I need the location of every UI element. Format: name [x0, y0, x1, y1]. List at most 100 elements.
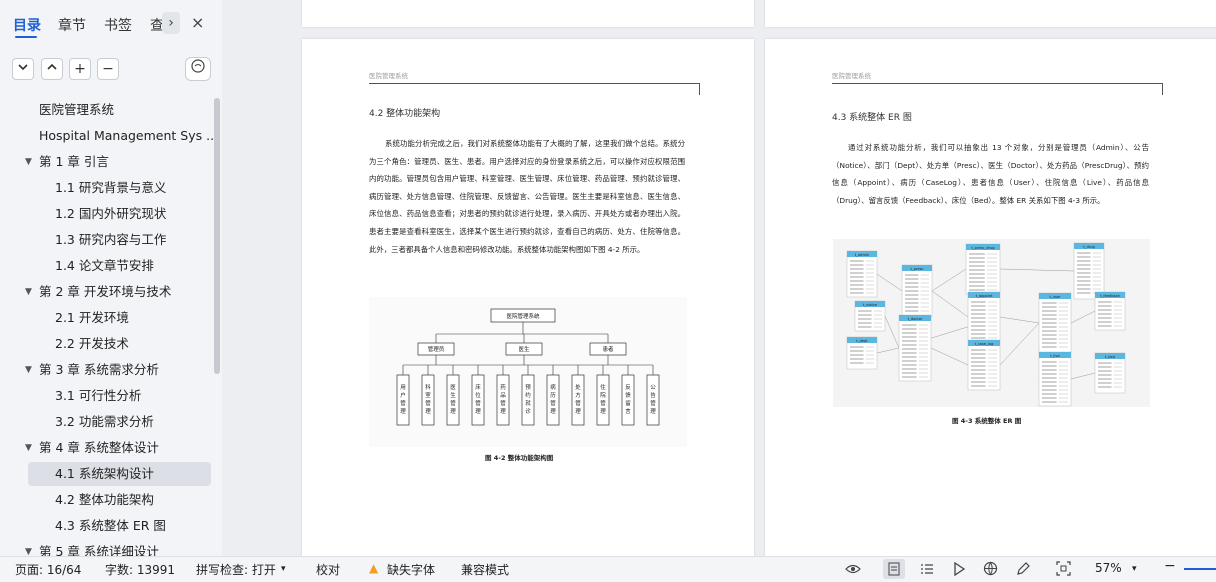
toc-item-label: 3.2 功能需求分析	[55, 414, 154, 429]
diagram-role-label: 管理员	[428, 345, 445, 353]
er-table-name: t_dept	[856, 339, 868, 343]
er-table-name: t_user	[1049, 295, 1061, 299]
zoom-slider[interactable]	[1184, 568, 1216, 570]
toc-scrollbar[interactable]	[214, 98, 220, 374]
er-table-name: t_feedback	[1100, 294, 1121, 298]
running-header: 医院管理系统	[832, 72, 871, 80]
page-indicator[interactable]: 页面: 16/64	[15, 561, 81, 578]
zoom-level[interactable]: 57%	[1095, 561, 1122, 575]
diagram-leaf-box	[621, 374, 635, 426]
previous-page-right	[765, 0, 1216, 27]
header-rule-tick	[1162, 83, 1163, 95]
caret-down-icon[interactable]: ▼	[25, 436, 32, 460]
toc-item[interactable]: 1.4 论文章节安排	[0, 254, 210, 278]
diagram-root-label: 医院管理系统	[506, 312, 540, 320]
caret-down-icon[interactable]: ▼	[25, 280, 32, 304]
toc-item[interactable]: 第 4 章 系统整体设计 ▼	[0, 436, 210, 460]
diagram-leaf-box	[496, 374, 510, 426]
toc-item-label: 1.1 研究背景与意义	[55, 180, 167, 195]
tab-toc[interactable]: 目录	[13, 15, 41, 35]
sidebar: 目录 章节 书签 查 › × + − 医院管理系统 Hospital Manage…	[0, 0, 223, 556]
toc-item-label: 4.1 系统架构设计	[55, 466, 154, 481]
toc-item[interactable]: 4.3 系统整体 ER 图	[0, 514, 210, 538]
document-area: 医院管理系统 4.2 整体功能架构 系统功能分析完成之后，我们对系统整体功能有了…	[222, 0, 1216, 556]
globe-icon[interactable]	[983, 561, 998, 576]
section-title: 4.2 整体功能架构	[369, 109, 441, 119]
toc-item[interactable]: 4.2 整体功能架构	[0, 488, 210, 512]
toc-item[interactable]: 第 5 章 系统详细设计 ▼	[0, 540, 210, 556]
chevron-up-icon	[47, 63, 57, 70]
er-table-name: t_appoint	[976, 294, 993, 298]
toc-item-label: 4.3 系统整体 ER 图	[55, 518, 166, 533]
toc-item[interactable]: 3.2 功能需求分析	[0, 410, 210, 434]
settings-bubble-icon	[191, 59, 205, 73]
previous-page-left	[302, 0, 754, 27]
toc-item-label: 第 3 章 系统需求分析	[39, 362, 159, 377]
word-count[interactable]: 字数: 13991	[105, 561, 175, 578]
toc-item[interactable]: 4.1 系统架构设计	[28, 462, 211, 486]
chevron-down-icon	[18, 64, 28, 71]
toc-item-label: 第 1 章 引言	[39, 154, 109, 169]
toc-item-label: 2.2 开发技术	[55, 336, 129, 351]
proofread-button[interactable]: 校对	[316, 561, 340, 578]
chevron-right-icon[interactable]: ›	[162, 12, 180, 34]
toc-item-label: 2.1 开发环境	[55, 310, 129, 325]
toc-item[interactable]: 医院管理系统	[0, 98, 210, 122]
er-table-name: t_bed	[1105, 355, 1115, 359]
close-icon[interactable]: ×	[191, 13, 204, 32]
er-table-box	[1073, 242, 1105, 300]
diagram-leaf-box	[571, 374, 585, 426]
collapse-all-button[interactable]	[12, 58, 34, 80]
expand-all-button[interactable]	[41, 58, 63, 80]
toc-item[interactable]: 1.1 研究背景与意义	[0, 176, 210, 200]
toc-item[interactable]: 第 2 章 开发环境与技术 ▼	[0, 280, 210, 304]
page-right: 医院管理系统 4.3 系统整体 ER 图 通过对系统功能分析，我们可以抽象出 1…	[765, 39, 1216, 556]
diagram-leaf-box	[446, 374, 460, 426]
add-heading-button[interactable]: +	[69, 58, 91, 80]
page-left: 医院管理系统 4.2 整体功能架构 系统功能分析完成之后，我们对系统整体功能有了…	[302, 39, 754, 556]
chevron-down-icon[interactable]: ▾	[281, 564, 286, 574]
diagram-leaf-box	[546, 374, 560, 426]
missing-fonts-button[interactable]: 缺失字体	[387, 561, 435, 578]
function-architecture-diagram: 医院管理系统管理员 医生 患者用户管理科室管理医生管理床位管理药品管理预约就诊病历管…	[369, 297, 687, 447]
outline-view-icon[interactable]	[920, 562, 934, 576]
er-table-box	[967, 291, 1001, 343]
toc-item[interactable]: 3.1 可行性分析	[0, 384, 210, 408]
er-table-name: t_case_log	[975, 342, 994, 346]
toc-item-label: Hospital Management Sys ...	[39, 128, 219, 143]
eye-icon[interactable]	[845, 562, 861, 576]
fit-page-icon[interactable]	[1056, 561, 1071, 576]
spell-check-toggle[interactable]: 拼写检查: 打开	[196, 561, 276, 578]
chevron-down-icon[interactable]: ▾	[1132, 564, 1137, 574]
caret-down-icon[interactable]: ▼	[25, 358, 32, 382]
toc-item-label: 第 2 章 开发环境与技术	[39, 284, 172, 299]
diagram-role-label: 患者	[602, 345, 614, 353]
toc-item-label: 1.2 国内外研究现状	[55, 206, 167, 221]
pen-icon[interactable]	[1016, 561, 1031, 576]
compat-mode-label[interactable]: 兼容模式	[461, 561, 509, 578]
diagram-leaf-box	[596, 374, 610, 426]
status-bar: 页面: 16/64 字数: 13991 拼写检查: 打开 ▾ 校对 ▲ 缺失字体…	[0, 556, 1216, 582]
toc-item[interactable]: Hospital Management Sys ...	[0, 124, 218, 148]
zoom-out-button[interactable]: −	[1164, 558, 1176, 574]
caret-down-icon[interactable]: ▼	[25, 150, 32, 174]
er-table-box	[965, 243, 1001, 295]
tab-bookmarks[interactable]: 书签	[104, 15, 132, 35]
page-view-button[interactable]	[883, 559, 905, 579]
remove-heading-button[interactable]: −	[97, 58, 119, 80]
toc-item[interactable]: 2.1 开发环境	[0, 306, 210, 330]
toc-item[interactable]: 2.2 开发技术	[0, 332, 210, 356]
play-icon[interactable]	[952, 562, 966, 576]
toc-item-label: 4.2 整体功能架构	[55, 492, 154, 507]
toc-item[interactable]: 1.2 国内外研究现状	[0, 202, 210, 226]
tab-chapters[interactable]: 章节	[58, 15, 86, 35]
outline-settings-button[interactable]	[185, 57, 211, 81]
toc-item[interactable]: 第 3 章 系统需求分析 ▼	[0, 358, 210, 382]
caret-down-icon[interactable]: ▼	[25, 540, 32, 556]
figure-caption: 图 4-3 系统整体 ER 图	[952, 417, 1022, 425]
toc-item[interactable]: 第 1 章 引言 ▼	[0, 150, 210, 174]
toc-item[interactable]: 1.3 研究内容与工作	[0, 228, 210, 252]
running-header: 医院管理系统	[369, 72, 408, 80]
er-table-name: t_doctor	[908, 317, 923, 321]
diagram-leaf-box	[421, 374, 435, 426]
